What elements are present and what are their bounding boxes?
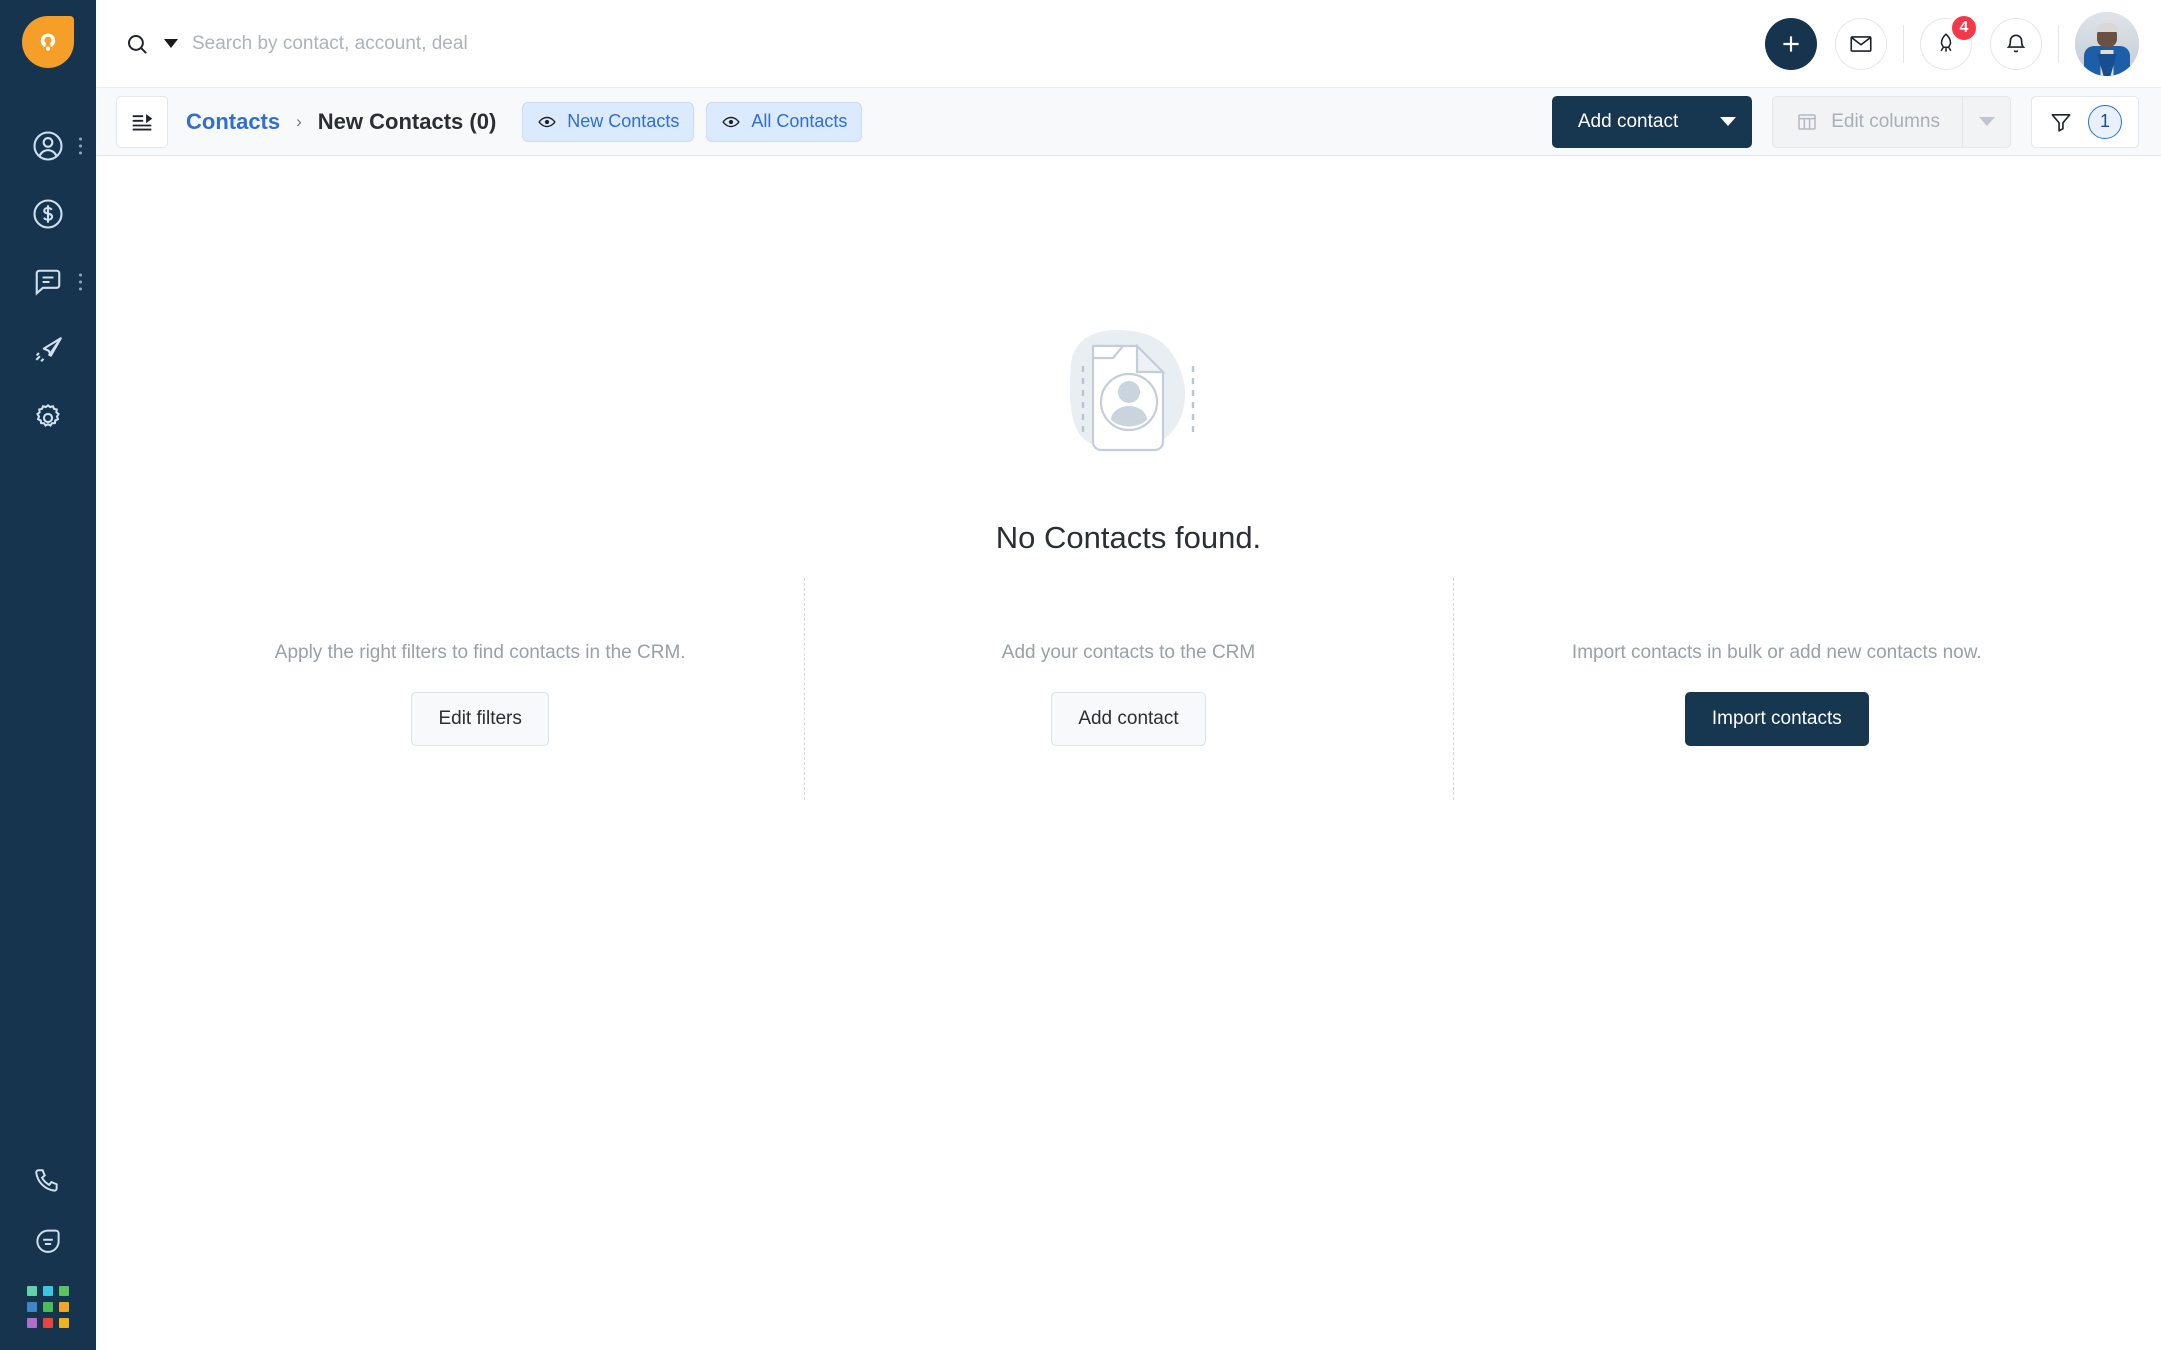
rail-bottom-group (0, 1164, 96, 1328)
empty-state: No Contacts found. Apply the right filte… (96, 156, 2161, 1350)
empty-option-filters: Apply the right filters to find contacts… (156, 642, 804, 746)
document-contact-placeholder-illustration (1041, 306, 1217, 482)
search-input[interactable] (192, 32, 712, 55)
breadcrumb-current: New Contacts (0) (317, 108, 497, 134)
filter-button[interactable]: 1 (2031, 95, 2139, 148)
breadcrumb-root[interactable]: Contacts (186, 109, 280, 135)
bell-icon (2006, 34, 2026, 52)
edit-filters-button[interactable]: Edit filters (411, 692, 549, 746)
saved-views: New Contacts All Contacts (522, 101, 863, 142)
campaigns-paper-plane-icon (35, 337, 62, 362)
contacts-person-icon (33, 131, 63, 161)
edit-columns-button[interactable]: Edit columns (1773, 97, 1962, 147)
main-area: 4 (96, 0, 2161, 1350)
phone-icon (35, 1169, 58, 1192)
panel-list-toggle-button[interactable] (116, 95, 168, 148)
plus-icon (1783, 35, 1799, 52)
import-contacts-button[interactable]: Import contacts (1684, 692, 1869, 746)
page-title: No Contacts found. (995, 520, 1262, 555)
help-chat-icon (36, 1229, 60, 1253)
sidebar-item-contacts-menu[interactable] (79, 137, 82, 155)
sidebar-item-settings[interactable] (0, 384, 96, 452)
table-columns-icon (1798, 113, 1816, 130)
sidebar-item-contacts[interactable] (0, 112, 96, 180)
empty-state-options: Apply the right filters to find contacts… (96, 578, 2161, 800)
conversations-chat-icon (35, 269, 61, 296)
empty-option-add: Add your contacts to the CRM Add contact (804, 578, 1452, 800)
empty-option-text: Apply the right filters to find contacts… (274, 642, 686, 663)
add-contact-button[interactable]: Add contact (1551, 95, 1705, 148)
app-grid-cell (27, 1286, 37, 1296)
left-nav-rail (0, 0, 96, 1350)
view-pill-new-contacts[interactable]: New Contacts (522, 101, 695, 142)
app-grid-cell (27, 1318, 37, 1328)
filter-count-badge: 1 (2088, 104, 2122, 139)
add-contact-split-button: Add contact (1551, 95, 1753, 148)
empty-illustration-svg (1069, 330, 1194, 452)
funnel-filter-icon (2051, 113, 2071, 132)
app-grid-cell (59, 1286, 69, 1296)
rail-nav-list (0, 112, 96, 452)
help-button[interactable] (31, 1225, 65, 1264)
app-switcher-grid[interactable] (27, 1286, 69, 1328)
edit-columns-split-button: Edit columns (1772, 95, 2011, 148)
view-pill-all-contacts[interactable]: All Contacts (706, 101, 863, 142)
app-logo[interactable] (22, 16, 74, 68)
app-window: 4 (0, 0, 2161, 1350)
sidebar-item-campaigns[interactable] (0, 316, 96, 384)
app-grid-cell (27, 1302, 37, 1312)
divider (1903, 24, 1904, 63)
view-pill-label: All Contacts (751, 111, 848, 131)
sidebar-item-conversations-menu[interactable] (79, 273, 82, 291)
app-grid-cell (59, 1318, 69, 1328)
envelope-icon (1850, 35, 1872, 52)
panel-list-toggle-icon (132, 113, 153, 131)
avatar[interactable] (2075, 11, 2139, 76)
avatar-hair (2096, 22, 2118, 32)
app-grid-cell (43, 1302, 53, 1312)
breadcrumb-separator: › (296, 111, 302, 131)
phone-button[interactable] (31, 1164, 65, 1203)
search-icon[interactable] (124, 31, 150, 57)
top-bar: 4 (96, 0, 2161, 88)
edit-columns-dropdown-button[interactable] (1962, 96, 2010, 147)
app-grid-cell (59, 1302, 69, 1312)
eye-icon (538, 116, 556, 127)
sidebar-item-conversations[interactable] (0, 248, 96, 316)
eye-icon (722, 116, 740, 127)
whats-new-button[interactable]: 4 (1920, 13, 1978, 70)
view-pill-label: New Contacts (567, 111, 680, 131)
whats-new-badge: 4 (1950, 13, 1978, 42)
empty-option-import: Import contacts in bulk or add new conta… (1452, 578, 2101, 800)
edit-columns-label: Edit columns (1831, 110, 1940, 132)
sub-header-toolbar: Contacts › New Contacts (0) New Contacts (96, 88, 2161, 156)
top-bar-actions: 4 (1765, 11, 2139, 76)
add-contact-dropdown-button[interactable] (1704, 95, 1753, 148)
mail-button[interactable] (1835, 17, 1887, 70)
add-contact-button-secondary[interactable]: Add contact (1051, 692, 1206, 746)
sidebar-item-deals[interactable] (0, 180, 96, 248)
search-scope-chevron-down-icon[interactable] (164, 39, 178, 48)
global-search (124, 31, 1765, 57)
notifications-button[interactable] (1990, 17, 2042, 70)
settings-gear-icon (36, 404, 60, 427)
app-grid-cell (43, 1318, 53, 1328)
add-new-button[interactable] (1765, 17, 1817, 70)
empty-option-text: Add your contacts to the CRM (1001, 642, 1256, 663)
divider (2058, 24, 2059, 63)
orange-droplet-logo-glyph (40, 33, 56, 51)
deals-dollar-circle-icon (33, 199, 63, 229)
chevron-down-icon (1978, 117, 1995, 126)
empty-option-text: Import contacts in bulk or add new conta… (1571, 642, 1982, 663)
app-grid-cell (43, 1286, 53, 1296)
toolbar-actions: Add contact Edit columns 1 (1551, 95, 2139, 148)
chevron-down-icon (1720, 117, 1737, 126)
